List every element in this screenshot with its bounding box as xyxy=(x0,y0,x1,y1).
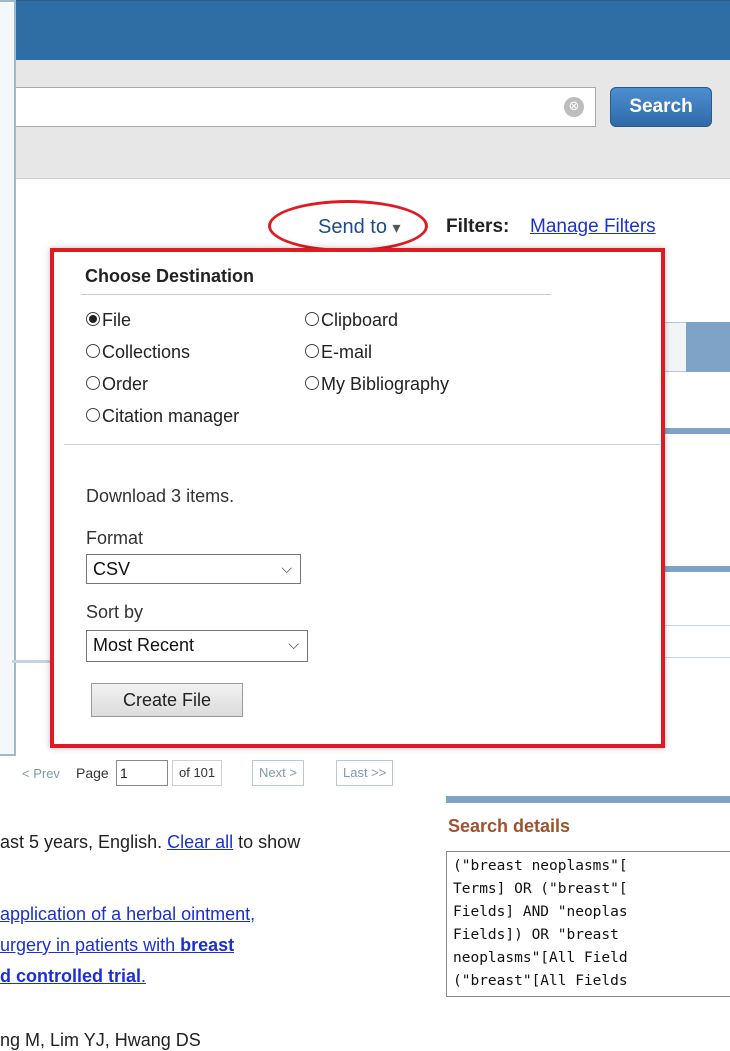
background-divider xyxy=(665,428,730,434)
query-line: ("breast neoplasms"[ xyxy=(453,858,628,874)
radio-option-order[interactable]: Order xyxy=(86,374,148,395)
clear-all-link[interactable]: Clear all xyxy=(167,832,233,852)
radio-selected-icon xyxy=(86,312,100,327)
result-title-line[interactable]: application of a herbal ointment, xyxy=(0,904,255,925)
query-line: Fields]) OR "breast xyxy=(453,927,628,943)
search-input[interactable] xyxy=(0,87,596,127)
search-details-heading: Search details xyxy=(448,816,571,836)
left-sidebar-panel xyxy=(0,0,16,756)
search-details-query-box[interactable]: ("breast neoplasms"[ Terms] OR ("breast"… xyxy=(446,851,730,997)
format-label: Format xyxy=(86,528,144,548)
filter-summary: ast 5 years, English. Clear all to show xyxy=(0,832,301,852)
sort-by-label: Sort by xyxy=(86,602,144,622)
query-line: Terms] OR ("breast"[ xyxy=(453,881,628,897)
radio-icon xyxy=(86,408,100,423)
result-title-line[interactable]: d controlled trial. xyxy=(0,966,146,987)
radio-icon xyxy=(86,344,100,359)
page-number-input[interactable]: 1 xyxy=(116,760,168,786)
chevron-down-icon: ⌵ xyxy=(288,637,299,653)
radio-icon xyxy=(86,376,100,391)
format-select[interactable]: CSV ⌵ xyxy=(86,554,301,584)
sort-by-select[interactable]: Most Recent ⌵ xyxy=(86,630,308,662)
search-details-top-bar xyxy=(446,796,730,803)
manage-filters-link[interactable]: Manage Filters xyxy=(530,216,656,238)
background-line xyxy=(665,657,730,658)
query-line: neoplasms"[All Field xyxy=(453,950,628,966)
send-to-dropdown-panel: Choose Destination File Clipboard Collec… xyxy=(50,248,665,748)
background-tab-active xyxy=(686,322,730,372)
radio-option-citation-manager[interactable]: Citation manager xyxy=(86,406,239,427)
page-label: Page xyxy=(76,765,109,781)
choose-destination-heading: Choose Destination xyxy=(85,266,255,286)
background-divider xyxy=(665,566,730,572)
radio-option-clipboard[interactable]: Clipboard xyxy=(305,310,398,331)
clear-search-icon[interactable]: ⊗ xyxy=(564,97,584,117)
result-title-line[interactable]: urgery in patients with breast xyxy=(0,935,234,956)
prev-page-link[interactable]: < Prev xyxy=(22,766,60,781)
last-page-button[interactable]: Last >> xyxy=(336,760,394,786)
page-total: of 101 xyxy=(172,760,223,786)
radio-option-collections[interactable]: Collections xyxy=(86,342,190,363)
radio-icon xyxy=(305,376,319,391)
query-line: ("breast"[All Fields xyxy=(453,973,628,989)
next-page-button[interactable]: Next > xyxy=(252,760,304,786)
query-line: Fields] AND "neoplas xyxy=(453,904,628,920)
create-file-button[interactable]: Create File xyxy=(91,683,243,717)
top-header-bar xyxy=(0,0,730,61)
radio-icon xyxy=(305,344,319,359)
background-line xyxy=(665,625,730,626)
heading-divider xyxy=(81,294,551,295)
radio-option-my-bibliography[interactable]: My Bibliography xyxy=(305,374,449,395)
download-count-text: Download 3 items. xyxy=(86,486,235,506)
background-line xyxy=(12,660,52,663)
filters-label: Filters: xyxy=(446,216,510,237)
radio-icon xyxy=(305,312,319,327)
options-divider xyxy=(64,444,660,445)
search-button[interactable]: Search xyxy=(610,87,712,127)
highlight-oval xyxy=(268,200,428,252)
radio-option-email[interactable]: E-mail xyxy=(305,342,372,363)
radio-option-file[interactable]: File xyxy=(86,310,131,331)
result-authors: ng M, Lim YJ, Hwang DS xyxy=(0,1030,201,1050)
chevron-down-icon: ⌵ xyxy=(281,561,292,577)
